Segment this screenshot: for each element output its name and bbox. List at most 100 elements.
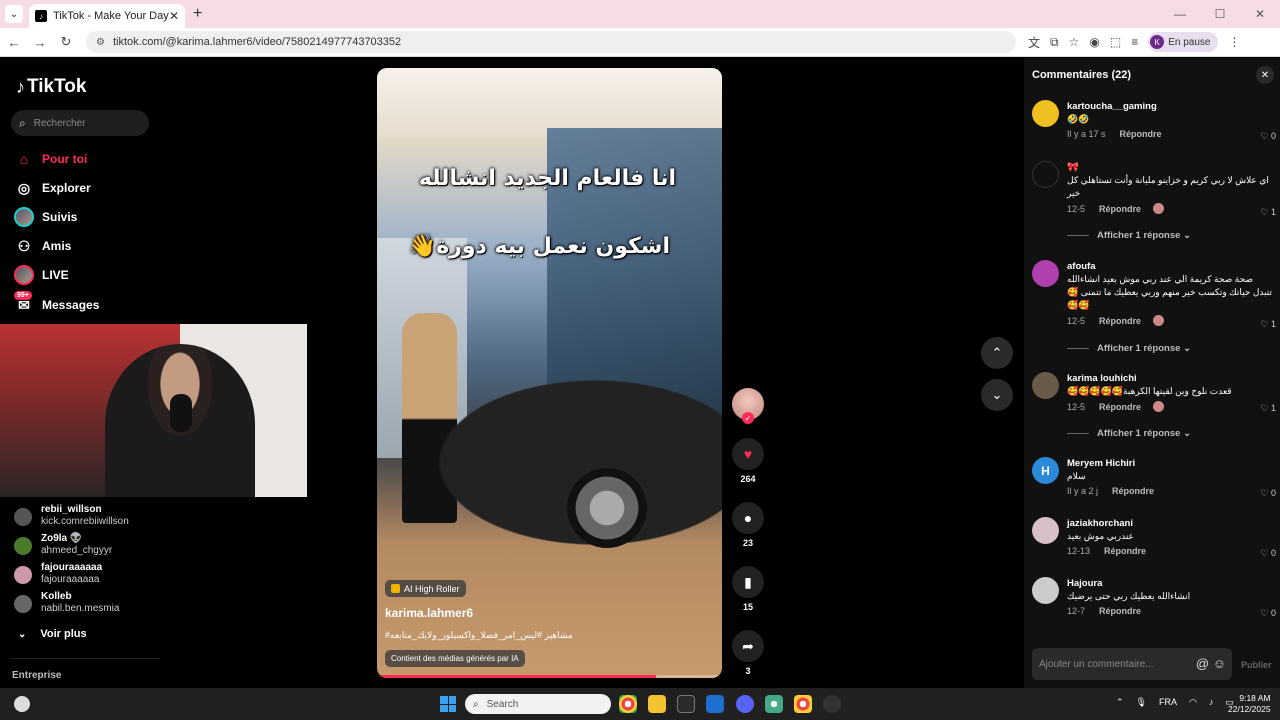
- back-icon[interactable]: ←: [2, 35, 26, 50]
- comment-user[interactable]: jaziakhorchani: [1067, 517, 1273, 530]
- chrome-app-icon[interactable]: [619, 695, 637, 713]
- reload-icon[interactable]: ↻: [54, 34, 78, 50]
- avatar[interactable]: [1032, 372, 1059, 399]
- save-button[interactable]: ▮: [732, 566, 764, 598]
- share-button[interactable]: ➦: [732, 630, 764, 662]
- microphone-icon[interactable]: 🎙: [1136, 697, 1147, 708]
- like-button[interactable]: ♥: [732, 438, 764, 470]
- reading-list-icon[interactable]: ≡: [1131, 35, 1138, 49]
- start-button[interactable]: [440, 696, 456, 712]
- avatar[interactable]: [1032, 161, 1059, 188]
- chrome-profile-icon[interactable]: [794, 695, 812, 713]
- comment-user[interactable]: afoufa: [1067, 260, 1273, 273]
- following-account[interactable]: fajouraaaaaa fajouraaaaaa: [14, 562, 164, 591]
- following-account[interactable]: Kolleb nabil.ben.mesmia: [14, 591, 164, 620]
- video-hashtags[interactable]: #مشاهير #ليس_امر_فضلا_واكسبلور_ولايك_متا…: [385, 630, 573, 641]
- wifi-icon[interactable]: ◠: [1189, 697, 1197, 708]
- emoji-icon[interactable]: ☺: [1213, 656, 1226, 671]
- video-player[interactable]: انا فالعام الجديد انشالله اشكون نعمل بيه…: [377, 68, 722, 678]
- sidebar-item-friends[interactable]: ⚇ Amis: [14, 236, 72, 256]
- file-explorer-icon[interactable]: [648, 695, 666, 713]
- reply-button[interactable]: Répondre: [1099, 316, 1141, 326]
- following-account[interactable]: Zo9la 👽 ahmeed_chgyyr: [14, 533, 164, 562]
- reply-button[interactable]: Répondre: [1112, 486, 1154, 496]
- previous-video-button[interactable]: ⌃: [981, 337, 1013, 369]
- forward-icon[interactable]: →: [28, 35, 52, 50]
- weather-widget-icon[interactable]: [14, 696, 30, 712]
- sidebar-item-for-you[interactable]: ⌂ Pour toi: [14, 149, 88, 169]
- store-app-icon[interactable]: [677, 695, 695, 713]
- footer-link-company[interactable]: Entreprise: [12, 670, 61, 681]
- ai-effect-badge[interactable]: AI High Roller: [385, 580, 466, 597]
- comment-like-button[interactable]: ♡ 0: [1260, 608, 1276, 619]
- show-replies-button[interactable]: Afficher 1 réponse ⌄: [1067, 343, 1191, 354]
- browser-menu-icon[interactable]: ⋮: [1228, 35, 1240, 49]
- close-comments-button[interactable]: ✕: [1256, 66, 1274, 84]
- reply-button[interactable]: Répondre: [1104, 546, 1146, 556]
- tray-chevron-up-icon[interactable]: ⌃: [1116, 697, 1124, 708]
- avatar[interactable]: [1032, 100, 1059, 127]
- close-window-icon[interactable]: ✕: [1240, 7, 1280, 21]
- discord-app-icon[interactable]: [736, 695, 754, 713]
- sidebar-item-following[interactable]: Suivis: [14, 207, 77, 227]
- comment-like-button[interactable]: ♡ 1: [1260, 319, 1276, 330]
- show-replies-button[interactable]: Afficher 1 réponse ⌄: [1067, 230, 1191, 241]
- comment-like-button[interactable]: ♡ 0: [1260, 488, 1276, 499]
- obs-app-icon[interactable]: [823, 695, 841, 713]
- reply-button[interactable]: Répondre: [1099, 402, 1141, 412]
- avatar[interactable]: [1032, 260, 1059, 287]
- follow-check-icon[interactable]: ✓: [742, 412, 754, 424]
- mail-app-icon[interactable]: [706, 695, 724, 713]
- comment-button[interactable]: ●: [732, 502, 764, 534]
- volume-icon[interactable]: ♪: [1209, 697, 1214, 708]
- creator-avatar[interactable]: ✓: [732, 388, 764, 424]
- tab-search-button[interactable]: ⌄: [5, 5, 23, 23]
- video-author[interactable]: karima.lahmer6: [385, 606, 473, 620]
- see-more-button[interactable]: ⌄ Voir plus: [18, 628, 87, 640]
- comment-user[interactable]: 🎀: [1067, 161, 1273, 174]
- mention-icon[interactable]: @: [1196, 656, 1209, 671]
- language-indicator[interactable]: FRA: [1159, 697, 1177, 708]
- extensions-puzzle-icon[interactable]: ⬚: [1110, 35, 1121, 49]
- show-replies-button[interactable]: Afficher 1 réponse ⌄: [1067, 428, 1191, 439]
- taskbar-search[interactable]: ⌕ Search: [465, 694, 611, 714]
- new-tab-icon[interactable]: +: [193, 5, 202, 23]
- avatar[interactable]: [1032, 577, 1059, 604]
- comment-like-button[interactable]: ♡ 1: [1260, 207, 1276, 218]
- post-comment-button[interactable]: Publier: [1241, 660, 1272, 670]
- bookmark-star-icon[interactable]: ☆: [1069, 35, 1080, 49]
- translate-icon[interactable]: 文: [1028, 34, 1040, 51]
- reply-button[interactable]: Répondre: [1099, 606, 1141, 616]
- avatar[interactable]: [1032, 517, 1059, 544]
- search-input[interactable]: ⌕ Rechercher: [11, 110, 149, 136]
- cast-icon[interactable]: ⧉: [1050, 35, 1059, 50]
- reply-button[interactable]: Répondre: [1120, 129, 1162, 139]
- comment-input[interactable]: Ajouter un commentaire... @ ☺: [1032, 648, 1232, 680]
- clock[interactable]: 9:18 AM 22/12/2025: [1228, 693, 1271, 715]
- comment-user[interactable]: kartoucha__gaming: [1067, 100, 1273, 113]
- comment-user[interactable]: Hajoura: [1067, 577, 1273, 590]
- chrome-profile-icon[interactable]: [765, 695, 783, 713]
- sidebar-item-explore[interactable]: ◎ Explorer: [14, 178, 91, 198]
- avatar[interactable]: H: [1032, 457, 1059, 484]
- minimize-icon[interactable]: —: [1160, 7, 1200, 21]
- reply-button[interactable]: Répondre: [1099, 204, 1141, 214]
- comment-like-button[interactable]: ♡ 0: [1260, 548, 1276, 559]
- sidebar-item-messages[interactable]: ✉ 99+ Messages: [14, 291, 99, 315]
- extension-icon[interactable]: ◉: [1089, 35, 1099, 49]
- following-account[interactable]: rebii_willson kick.comrebiiwillson: [14, 504, 164, 533]
- url-bar[interactable]: ⚙ tiktok.com/@karima.lahmer6/video/75802…: [86, 31, 1016, 53]
- close-tab-icon[interactable]: ✕: [169, 9, 179, 23]
- browser-tab[interactable]: ♪ TikTok - Make Your Day ✕: [29, 4, 185, 28]
- tiktok-logo[interactable]: ♪ TikTok: [16, 76, 86, 98]
- comment-user[interactable]: karima louhichi: [1067, 372, 1273, 385]
- comment-like-button[interactable]: ♡ 1: [1260, 403, 1276, 414]
- site-info-icon[interactable]: ⚙: [96, 37, 105, 48]
- next-video-button[interactable]: ⌄: [981, 379, 1013, 411]
- profile-button[interactable]: K En pause: [1148, 32, 1219, 52]
- comment-like-button[interactable]: ♡ 0: [1260, 131, 1276, 142]
- sidebar-item-live[interactable]: LIVE: [14, 265, 69, 285]
- video-progress-bar[interactable]: [377, 675, 722, 678]
- maximize-icon[interactable]: ☐: [1200, 7, 1240, 21]
- comment-user[interactable]: Meryem Hichiri: [1067, 457, 1273, 470]
